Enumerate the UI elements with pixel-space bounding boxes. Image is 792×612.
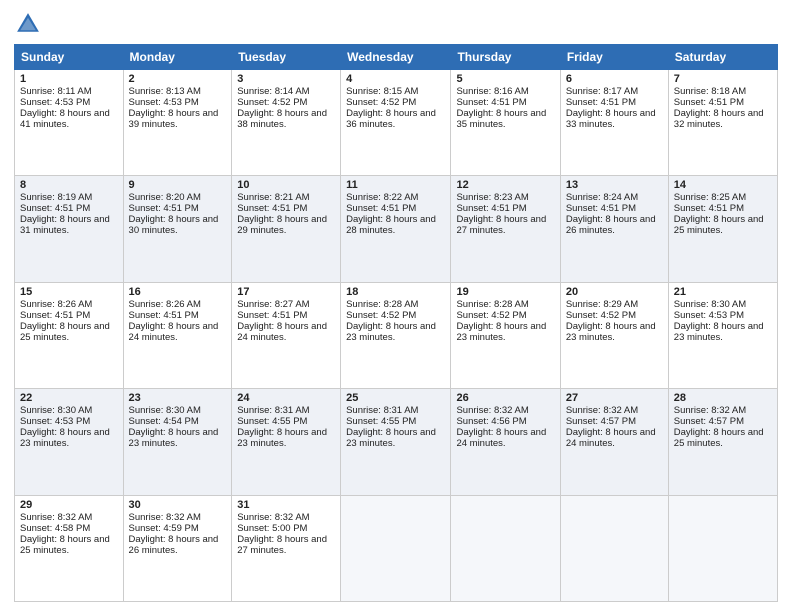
calendar-cell: 12Sunrise: 8:23 AMSunset: 4:51 PMDayligh…	[451, 176, 560, 282]
calendar-cell: 26Sunrise: 8:32 AMSunset: 4:56 PMDayligh…	[451, 389, 560, 495]
calendar-cell: 23Sunrise: 8:30 AMSunset: 4:54 PMDayligh…	[123, 389, 232, 495]
calendar-cell: 5Sunrise: 8:16 AMSunset: 4:51 PMDaylight…	[451, 70, 560, 176]
calendar-cell: 11Sunrise: 8:22 AMSunset: 4:51 PMDayligh…	[341, 176, 451, 282]
calendar-cell: 22Sunrise: 8:30 AMSunset: 4:53 PMDayligh…	[15, 389, 124, 495]
calendar-cell: 20Sunrise: 8:29 AMSunset: 4:52 PMDayligh…	[560, 282, 668, 388]
calendar-cell: 21Sunrise: 8:30 AMSunset: 4:53 PMDayligh…	[668, 282, 777, 388]
calendar-cell: 7Sunrise: 8:18 AMSunset: 4:51 PMDaylight…	[668, 70, 777, 176]
calendar-week-5: 29Sunrise: 8:32 AMSunset: 4:58 PMDayligh…	[15, 495, 778, 601]
day-header-friday: Friday	[560, 45, 668, 70]
calendar-cell: 9Sunrise: 8:20 AMSunset: 4:51 PMDaylight…	[123, 176, 232, 282]
calendar-cell: 13Sunrise: 8:24 AMSunset: 4:51 PMDayligh…	[560, 176, 668, 282]
calendar-cell	[341, 495, 451, 601]
day-header-wednesday: Wednesday	[341, 45, 451, 70]
calendar-cell: 15Sunrise: 8:26 AMSunset: 4:51 PMDayligh…	[15, 282, 124, 388]
day-header-monday: Monday	[123, 45, 232, 70]
calendar-cell: 18Sunrise: 8:28 AMSunset: 4:52 PMDayligh…	[341, 282, 451, 388]
calendar-cell	[668, 495, 777, 601]
calendar-page: SundayMondayTuesdayWednesdayThursdayFrid…	[0, 0, 792, 612]
calendar-cell: 30Sunrise: 8:32 AMSunset: 4:59 PMDayligh…	[123, 495, 232, 601]
header	[14, 10, 778, 38]
day-header-tuesday: Tuesday	[232, 45, 341, 70]
calendar-cell: 29Sunrise: 8:32 AMSunset: 4:58 PMDayligh…	[15, 495, 124, 601]
calendar-cell: 31Sunrise: 8:32 AMSunset: 5:00 PMDayligh…	[232, 495, 341, 601]
calendar-cell: 16Sunrise: 8:26 AMSunset: 4:51 PMDayligh…	[123, 282, 232, 388]
calendar-table: SundayMondayTuesdayWednesdayThursdayFrid…	[14, 44, 778, 602]
calendar-cell: 8Sunrise: 8:19 AMSunset: 4:51 PMDaylight…	[15, 176, 124, 282]
calendar-cell: 10Sunrise: 8:21 AMSunset: 4:51 PMDayligh…	[232, 176, 341, 282]
day-header-sunday: Sunday	[15, 45, 124, 70]
calendar-cell: 4Sunrise: 8:15 AMSunset: 4:52 PMDaylight…	[341, 70, 451, 176]
calendar-cell: 2Sunrise: 8:13 AMSunset: 4:53 PMDaylight…	[123, 70, 232, 176]
calendar-week-1: 1Sunrise: 8:11 AMSunset: 4:53 PMDaylight…	[15, 70, 778, 176]
calendar-cell: 6Sunrise: 8:17 AMSunset: 4:51 PMDaylight…	[560, 70, 668, 176]
day-header-thursday: Thursday	[451, 45, 560, 70]
logo	[14, 10, 46, 38]
calendar-cell: 27Sunrise: 8:32 AMSunset: 4:57 PMDayligh…	[560, 389, 668, 495]
calendar-cell: 3Sunrise: 8:14 AMSunset: 4:52 PMDaylight…	[232, 70, 341, 176]
calendar-cell	[560, 495, 668, 601]
day-of-week-row: SundayMondayTuesdayWednesdayThursdayFrid…	[15, 45, 778, 70]
calendar-cell: 17Sunrise: 8:27 AMSunset: 4:51 PMDayligh…	[232, 282, 341, 388]
logo-icon	[14, 10, 42, 38]
calendar-cell	[451, 495, 560, 601]
calendar-cell: 25Sunrise: 8:31 AMSunset: 4:55 PMDayligh…	[341, 389, 451, 495]
calendar-week-3: 15Sunrise: 8:26 AMSunset: 4:51 PMDayligh…	[15, 282, 778, 388]
calendar-cell: 28Sunrise: 8:32 AMSunset: 4:57 PMDayligh…	[668, 389, 777, 495]
day-header-saturday: Saturday	[668, 45, 777, 70]
calendar-cell: 19Sunrise: 8:28 AMSunset: 4:52 PMDayligh…	[451, 282, 560, 388]
calendar-week-2: 8Sunrise: 8:19 AMSunset: 4:51 PMDaylight…	[15, 176, 778, 282]
calendar-cell: 24Sunrise: 8:31 AMSunset: 4:55 PMDayligh…	[232, 389, 341, 495]
calendar-week-4: 22Sunrise: 8:30 AMSunset: 4:53 PMDayligh…	[15, 389, 778, 495]
calendar-body: 1Sunrise: 8:11 AMSunset: 4:53 PMDaylight…	[15, 70, 778, 602]
calendar-cell: 14Sunrise: 8:25 AMSunset: 4:51 PMDayligh…	[668, 176, 777, 282]
calendar-cell: 1Sunrise: 8:11 AMSunset: 4:53 PMDaylight…	[15, 70, 124, 176]
